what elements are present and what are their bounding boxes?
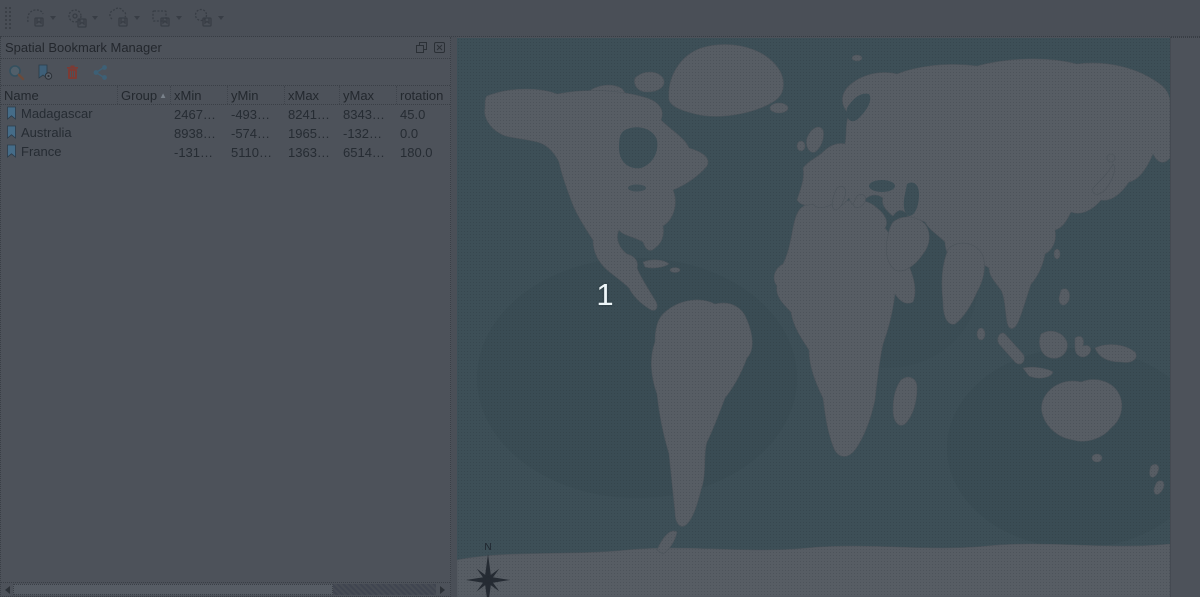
edit-bookmark-button[interactable] bbox=[35, 63, 53, 81]
new-bookmark-button[interactable] bbox=[21, 5, 59, 31]
bookmark-extent-icon bbox=[150, 7, 172, 29]
bookmark-options-button[interactable] bbox=[189, 5, 227, 31]
bookmark-row-australia[interactable]: Australia 8938… -574… 1965… -132… 0.0 bbox=[1, 124, 450, 143]
column-header-name[interactable]: Name bbox=[1, 86, 118, 104]
column-header-ymin[interactable]: yMin bbox=[228, 86, 285, 104]
main-toolbar bbox=[0, 0, 1200, 37]
column-header-rotation[interactable]: rotation bbox=[397, 86, 446, 104]
bookmark-row-madagascar[interactable]: Madagascar 2467… -493… 8241… 8343… 45.0 bbox=[1, 105, 450, 124]
panel-titlebar: Spatial Bookmark Manager bbox=[1, 37, 450, 59]
horizontal-scrollbar[interactable] bbox=[1, 582, 450, 596]
edit-bookmarks-button[interactable] bbox=[63, 5, 101, 31]
scrollbar-groove[interactable] bbox=[333, 584, 436, 595]
column-header-xmin[interactable]: xMin bbox=[171, 86, 228, 104]
float-panel-button[interactable] bbox=[414, 41, 428, 55]
delete-bookmark-button[interactable] bbox=[63, 63, 81, 81]
panel-toolbar bbox=[1, 59, 450, 86]
svg-text:N: N bbox=[484, 542, 491, 553]
new-bookmark-icon bbox=[24, 7, 46, 29]
spatial-bookmark-manager-panel: Spatial Bookmark Manager bbox=[0, 37, 451, 597]
world-map bbox=[457, 38, 1170, 597]
bookmark-icon bbox=[6, 106, 17, 123]
bookmark-extent-dropdown[interactable] bbox=[176, 16, 182, 20]
step-marker-1: 1 bbox=[588, 277, 622, 313]
bookmark-extent-button[interactable] bbox=[147, 5, 185, 31]
north-arrow-compass: N bbox=[465, 538, 511, 597]
column-header-group[interactable]: Group▲ bbox=[118, 86, 171, 104]
close-panel-button[interactable] bbox=[432, 41, 446, 55]
column-header-xmax[interactable]: xMax bbox=[285, 86, 340, 104]
scroll-left-button[interactable] bbox=[1, 583, 13, 596]
scroll-right-button[interactable] bbox=[436, 583, 448, 596]
right-empty-area bbox=[1170, 37, 1200, 597]
edit-bookmarks-dropdown[interactable] bbox=[92, 16, 98, 20]
sort-ascending-icon: ▲ bbox=[159, 91, 167, 100]
scrollbar-thumb[interactable] bbox=[13, 584, 333, 595]
map-canvas[interactable]: 1 N bbox=[457, 38, 1170, 597]
toolbar-drag-handle[interactable] bbox=[4, 6, 11, 30]
bookmark-icon bbox=[6, 144, 17, 161]
bookmarks-table-header: Name Group▲ xMin yMin xMax yMax rotation bbox=[1, 86, 450, 105]
bookmarks-table: Name Group▲ xMin yMin xMax yMax rotation… bbox=[1, 86, 450, 560]
show-bookmark-manager-button[interactable] bbox=[105, 5, 143, 31]
show-bookmark-manager-icon bbox=[108, 7, 130, 29]
new-bookmark-dropdown[interactable] bbox=[50, 16, 56, 20]
show-bookmark-manager-dropdown[interactable] bbox=[134, 16, 140, 20]
table-empty-area bbox=[1, 162, 450, 560]
bookmark-row-france[interactable]: France -131… 5110… 1363… 6514… 180.0 bbox=[1, 143, 450, 162]
edit-bookmarks-icon bbox=[66, 7, 88, 29]
panel-title: Spatial Bookmark Manager bbox=[5, 40, 410, 55]
bookmark-options-dropdown[interactable] bbox=[218, 16, 224, 20]
column-header-ymax[interactable]: yMax bbox=[340, 86, 397, 104]
bookmark-options-icon bbox=[192, 7, 214, 29]
zoom-to-bookmark-button[interactable] bbox=[7, 63, 25, 81]
bookmark-icon bbox=[6, 125, 17, 142]
import-export-bookmarks-button[interactable] bbox=[91, 63, 109, 81]
